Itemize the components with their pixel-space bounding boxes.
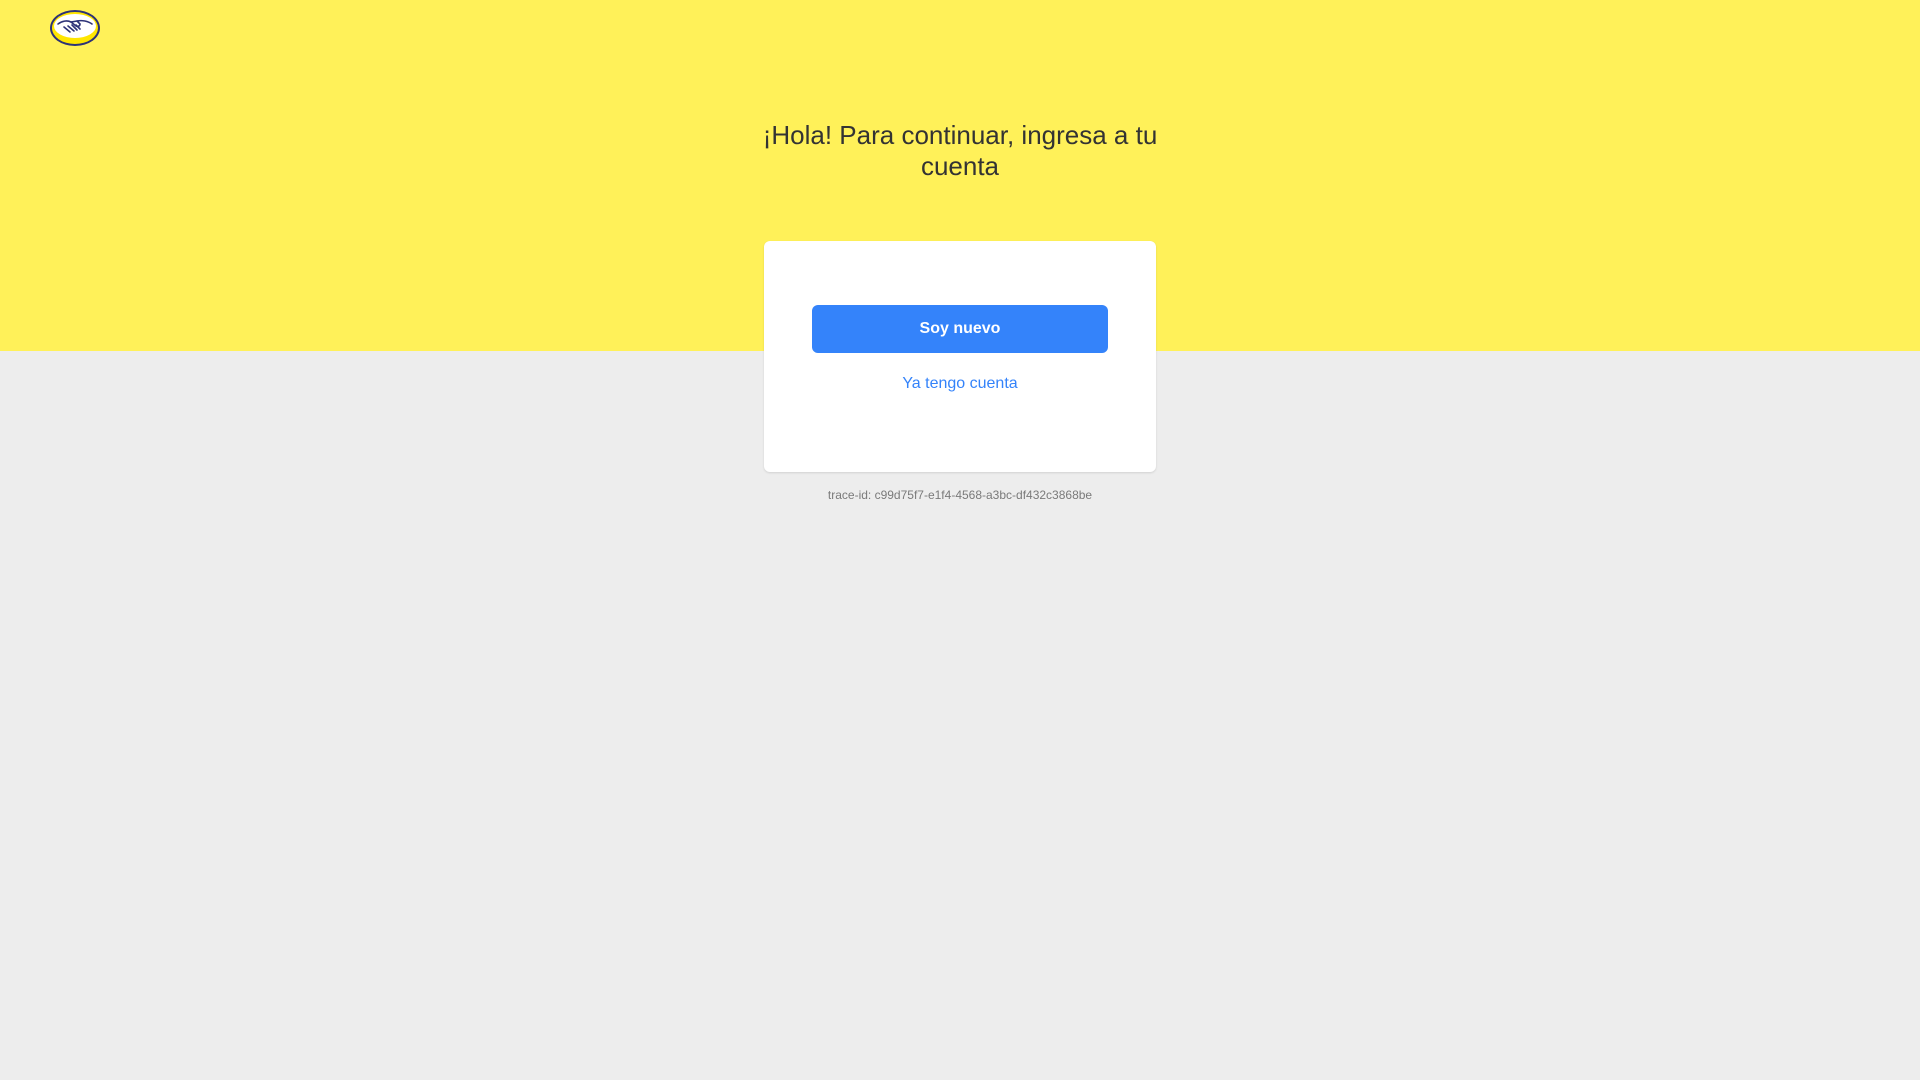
mercadolibre-logo-icon[interactable]: [49, 9, 101, 47]
page-title: ¡Hola! Para continuar, ingresa a tu cuen…: [762, 120, 1158, 181]
soy-nuevo-button[interactable]: Soy nuevo: [812, 305, 1108, 353]
handshake-icon: [50, 10, 100, 46]
trace-id-text: trace-id: c99d75f7-e1f4-4568-a3bc-df432c…: [827, 488, 1093, 502]
ya-tengo-cuenta-link[interactable]: Ya tengo cuenta: [812, 371, 1108, 397]
login-options-card: Soy nuevo Ya tengo cuenta: [764, 241, 1156, 472]
